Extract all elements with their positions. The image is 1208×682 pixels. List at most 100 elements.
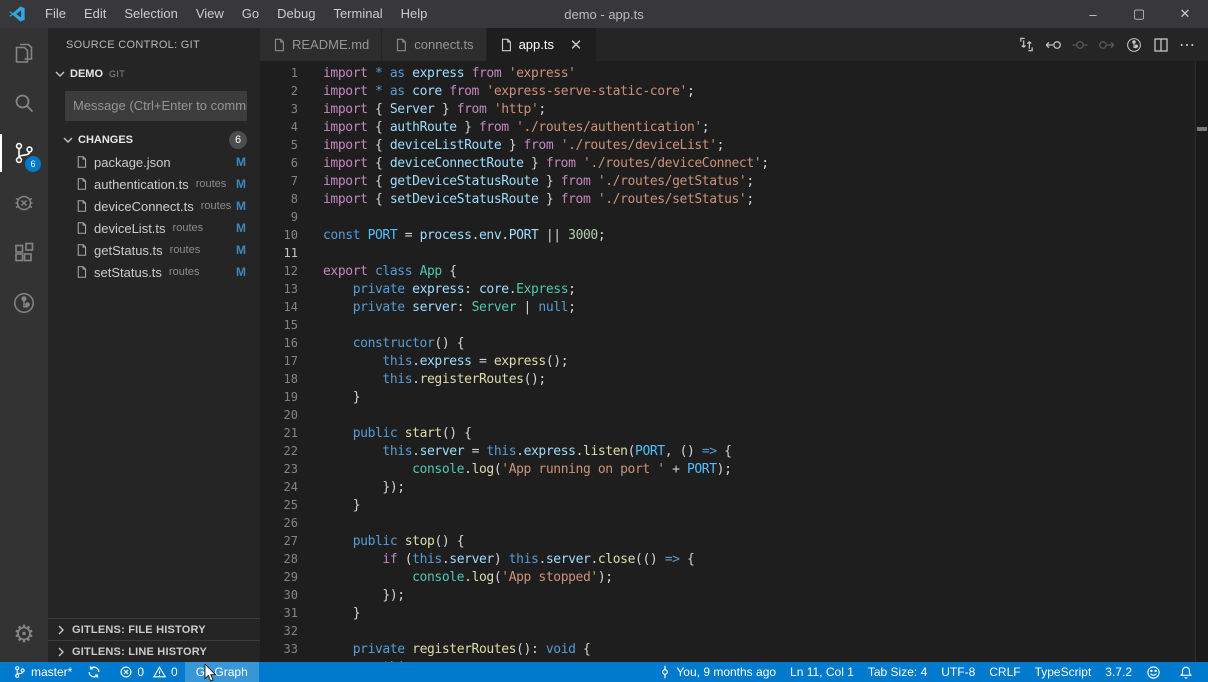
code-line: 16 constructor() { xyxy=(260,334,1208,352)
changed-file-row[interactable]: deviceConnect.tsroutesM xyxy=(48,195,260,217)
menu-terminal[interactable]: Terminal xyxy=(324,0,391,28)
line-number: 19 xyxy=(260,390,298,404)
menu-view[interactable]: View xyxy=(187,0,233,28)
search-icon[interactable] xyxy=(0,78,48,128)
commit-info: You, 9 months ago xyxy=(676,665,776,679)
file-icon xyxy=(272,38,286,52)
file-name: deviceConnect.ts xyxy=(94,199,194,214)
changed-file-row[interactable]: authentication.tsroutesM xyxy=(48,173,260,195)
line-number: 3 xyxy=(260,102,298,116)
file-icon xyxy=(394,38,408,52)
line-number: 22 xyxy=(260,444,298,458)
tab-readme[interactable]: README.md xyxy=(260,28,382,61)
line-number: 25 xyxy=(260,498,298,512)
repo-name: DEMO xyxy=(70,68,103,80)
changed-file-row[interactable]: setStatus.tsroutesM xyxy=(48,261,260,283)
code-editor[interactable]: 1import * as express from 'express'2impo… xyxy=(260,61,1208,662)
settings-gear-icon[interactable]: ⚙ xyxy=(0,614,48,654)
feedback-smiley-item[interactable] xyxy=(1139,662,1171,682)
next-change-icon[interactable] xyxy=(1098,36,1116,54)
changes-section-header[interactable]: CHANGES 6 xyxy=(48,129,260,151)
extensions-icon[interactable] xyxy=(0,228,48,278)
branch-status-item[interactable]: master* xyxy=(0,662,79,682)
code-line: 24 }); xyxy=(260,478,1208,496)
scm-count-badge: 6 xyxy=(25,156,41,172)
menu-selection[interactable]: Selection xyxy=(115,0,186,28)
previous-change-icon[interactable] xyxy=(1044,36,1062,54)
indentation-item[interactable]: Tab Size: 4 xyxy=(861,662,934,682)
warnings-count: 0 xyxy=(171,665,178,679)
line-number: 11 xyxy=(260,246,298,260)
more-actions-icon[interactable]: ⋯ xyxy=(1179,35,1196,55)
code-line: 25 } xyxy=(260,496,1208,514)
git-graph-view-icon[interactable] xyxy=(1125,36,1143,54)
line-number: 14 xyxy=(260,300,298,314)
file-name: getStatus.ts xyxy=(94,243,163,258)
encoding-item[interactable]: UTF-8 xyxy=(934,662,982,682)
tab-app-active[interactable]: app.ts ✕ xyxy=(487,28,597,61)
changes-count-badge: 6 xyxy=(229,131,247,149)
debug-icon[interactable] xyxy=(0,178,48,228)
line-number: 30 xyxy=(260,588,298,602)
problems-status-item[interactable]: 0 0 xyxy=(111,662,184,682)
activity-bar: 6 ⚙ xyxy=(0,28,48,662)
source-control-icon[interactable]: 6 xyxy=(0,128,48,178)
tab-connect[interactable]: connect.ts xyxy=(382,28,486,61)
line-number: 26 xyxy=(260,516,298,530)
close-button[interactable]: ✕ xyxy=(1162,0,1208,28)
minimize-button[interactable]: – xyxy=(1070,0,1116,28)
explorer-icon[interactable] xyxy=(0,28,48,78)
gitlens-icon[interactable] xyxy=(0,278,48,328)
modified-badge: M xyxy=(236,155,246,169)
chevron-right-icon xyxy=(53,644,69,660)
line-number: 5 xyxy=(260,138,298,152)
gitlens-file-history-section[interactable]: GITLENS: FILE HISTORY xyxy=(48,618,260,640)
changes-file-list: package.jsonMauthentication.tsroutesMdev… xyxy=(48,151,260,283)
gitlens-file-history-label: GITLENS: FILE HISTORY xyxy=(72,624,206,636)
line-number: 8 xyxy=(260,192,298,206)
eol: CRLF xyxy=(989,665,1020,679)
maximize-button[interactable]: ▢ xyxy=(1116,0,1162,28)
git-graph-button[interactable]: Git Graph xyxy=(185,662,259,682)
tab-close-icon[interactable]: ✕ xyxy=(568,36,584,54)
code-line: 20 xyxy=(260,406,1208,424)
current-change-icon[interactable] xyxy=(1071,36,1089,54)
vscode-logo-icon xyxy=(8,5,26,23)
code-line: 4import { authRoute } from './routes/aut… xyxy=(260,118,1208,136)
notifications-bell-item[interactable] xyxy=(1171,662,1208,682)
cursor-position: Ln 11, Col 1 xyxy=(790,665,854,679)
line-number: 16 xyxy=(260,336,298,350)
errors-icon xyxy=(118,665,133,680)
modified-badge: M xyxy=(236,177,246,191)
git-branch-icon xyxy=(12,665,27,680)
cursor-position-item[interactable]: Ln 11, Col 1 xyxy=(783,662,861,682)
changed-file-row[interactable]: package.json M xyxy=(48,151,260,173)
code-line: 21 public start() { xyxy=(260,424,1208,442)
ts-version-item[interactable]: 3.7.2 xyxy=(1098,662,1139,682)
changed-file-row[interactable]: deviceList.tsroutesM xyxy=(48,217,260,239)
vscode-window: File Edit Selection View Go Debug Termin… xyxy=(0,0,1208,682)
code-line: 30 }); xyxy=(260,586,1208,604)
menu-go[interactable]: Go xyxy=(233,0,268,28)
file-name: package.json xyxy=(94,155,171,170)
menu-edit[interactable]: Edit xyxy=(75,0,115,28)
gitlens-line-history-section[interactable]: GITLENS: LINE HISTORY xyxy=(48,640,260,662)
split-editor-icon[interactable] xyxy=(1152,36,1170,54)
code-line: 14 private server: Server | null; xyxy=(260,298,1208,316)
menu-debug[interactable]: Debug xyxy=(268,0,324,28)
language-mode-item[interactable]: TypeScript xyxy=(1028,662,1099,682)
changed-file-row[interactable]: getStatus.tsroutesM xyxy=(48,239,260,261)
line-number: 4 xyxy=(260,120,298,134)
line-number: 13 xyxy=(260,282,298,296)
repo-header[interactable]: DEMO GIT xyxy=(48,63,260,85)
menu-help[interactable]: Help xyxy=(392,0,437,28)
open-changes-icon[interactable] xyxy=(1017,36,1035,54)
editor-scrollbar[interactable] xyxy=(1195,61,1208,662)
code-lines: 1import * as express from 'express'2impo… xyxy=(260,64,1208,662)
commit-message-input[interactable]: Message (Ctrl+Enter to commit xyxy=(65,91,247,121)
line-number: 15 xyxy=(260,318,298,332)
blame-annotation-item[interactable]: You, 9 months ago xyxy=(650,662,783,682)
menu-file[interactable]: File xyxy=(36,0,75,28)
sync-status-item[interactable] xyxy=(79,662,111,682)
eol-item[interactable]: CRLF xyxy=(982,662,1027,682)
